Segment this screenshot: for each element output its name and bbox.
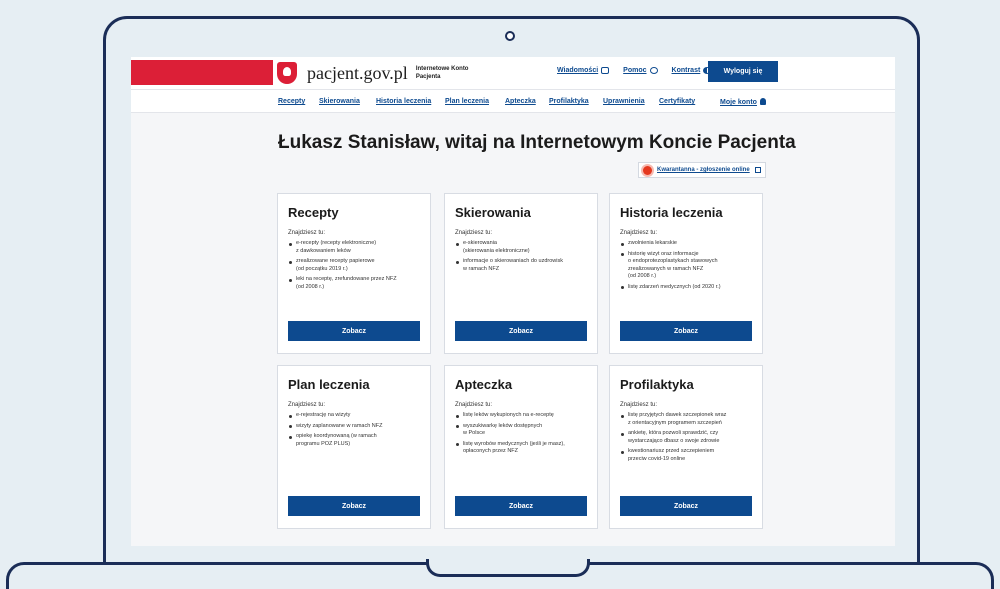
messages-link[interactable]: Wiadomości — [557, 67, 610, 74]
card-plan-leczenia: Plan leczenia Znajdziesz tu: e-rejestrac… — [277, 365, 431, 529]
list-item: e-recepty (recepty elektroniczne) z dawk… — [288, 240, 420, 255]
browser-screen: pacjent.gov.pl Internetowe Konto Pacjent… — [131, 57, 895, 546]
menu-item-recepty[interactable]: Recepty — [278, 98, 305, 105]
site-subtitle: Internetowe Konto Pacjenta — [415, 66, 469, 80]
card-title: Apteczka — [455, 377, 513, 392]
card-recepty: Recepty Znajdziesz tu: e-recepty (recept… — [277, 193, 431, 354]
card-intro: Znajdziesz tu: — [620, 230, 658, 236]
help-icon — [649, 67, 658, 74]
card-intro: Znajdziesz tu: — [455, 230, 493, 236]
flag-strip — [131, 60, 273, 85]
contrast-label: Kontrast — [671, 67, 701, 74]
card-title: Historia leczenia — [620, 205, 723, 220]
list-item: e-skierowania (skierowania elektroniczne… — [455, 240, 587, 255]
card-apteczka: Apteczka Znajdziesz tu: listę leków wyku… — [444, 365, 598, 529]
menu-item-skierowania[interactable]: Skierowania — [319, 98, 360, 105]
person-icon — [759, 98, 766, 105]
list-item: wyszukiwarkę leków dostępnych w Polsce — [455, 423, 587, 438]
see-recepty-button[interactable]: Zobacz — [288, 321, 420, 341]
envelope-icon — [601, 67, 610, 74]
page-title: Łukasz Stanisław, witaj na Internetowym … — [278, 132, 796, 153]
my-account-link[interactable]: Moje konto — [720, 98, 766, 106]
contrast-toggle[interactable]: Kontrast — [672, 67, 712, 74]
card-intro: Znajdziesz tu: — [620, 402, 658, 408]
site-logo[interactable]: pacjent.gov.pl Internetowe Konto Pacjent… — [277, 62, 476, 84]
list-item: listę przyjętych dawek szczepionek wraz … — [620, 412, 752, 427]
menu-item-profilaktyka[interactable]: Profilaktyka — [549, 98, 589, 105]
menu-item-certyfikaty[interactable]: Certyfikaty — [659, 98, 695, 105]
menu-item-historia-leczenia[interactable]: Historia leczenia — [376, 98, 431, 105]
card-skierowania: Skierowania Znajdziesz tu: e-skierowania… — [444, 193, 598, 354]
list-item: kwestionariusz przed szczepieniem przeci… — [620, 448, 752, 463]
list-item: zwolnienia lekarskie — [620, 240, 752, 248]
help-link[interactable]: Pomoc — [623, 67, 658, 74]
laptop-notch — [426, 559, 590, 577]
menu-item-uprawnienia[interactable]: Uprawnienia — [603, 98, 645, 105]
list-item: historię wizyt oraz informacje o endopro… — [620, 251, 752, 281]
list-item: wizyty zaplanowane w ramach NFZ — [288, 423, 420, 431]
see-historia-button[interactable]: Zobacz — [620, 321, 752, 341]
card-historia-leczenia: Historia leczenia Znajdziesz tu: zwolnie… — [609, 193, 763, 354]
see-profilaktyka-button[interactable]: Zobacz — [620, 496, 752, 516]
my-account-label: Moje konto — [720, 99, 757, 106]
card-title: Skierowania — [455, 205, 531, 220]
see-apteczka-button[interactable]: Zobacz — [455, 496, 587, 516]
list-item: opiekę koordynowaną (w ramach programu P… — [288, 433, 420, 448]
quarantine-link[interactable]: Kwarantanna - zgłoszenie online — [638, 162, 766, 178]
list-item: ankietę, która pozwoli sprawdzić, czy wy… — [620, 430, 752, 445]
messages-label: Wiadomości — [557, 67, 599, 74]
see-plan-button[interactable]: Zobacz — [288, 496, 420, 516]
eagle-emblem-icon — [277, 62, 297, 84]
list-item: informacje o skierowaniach do uzdrowisk … — [455, 258, 587, 273]
list-item: e-rejestrację na wizyty — [288, 412, 420, 420]
external-link-icon — [754, 167, 761, 173]
list-item: listę leków wykupionych na e-receptę — [455, 412, 587, 420]
virus-icon — [643, 165, 652, 175]
list-item: listę zdarzeń medycznych (od 2020 r.) — [620, 284, 752, 292]
card-title: Profilaktyka — [620, 377, 694, 392]
card-intro: Znajdziesz tu: — [288, 230, 326, 236]
card-intro: Znajdziesz tu: — [455, 402, 493, 408]
list-item: leki na receptę, zrefundowane przez NFZ … — [288, 276, 420, 291]
list-item: zrealizowane recepty papierowe (od począ… — [288, 258, 420, 273]
card-profilaktyka: Profilaktyka Znajdziesz tu: listę przyję… — [609, 365, 763, 529]
see-skierowania-button[interactable]: Zobacz — [455, 321, 587, 341]
card-title: Plan leczenia — [288, 377, 370, 392]
help-label: Pomoc — [623, 67, 647, 74]
laptop-camera — [505, 31, 515, 41]
logout-button[interactable]: Wyloguj się — [708, 61, 778, 82]
card-title: Recepty — [288, 205, 339, 220]
site-name: pacjent.gov.pl — [307, 62, 408, 83]
site-header: pacjent.gov.pl Internetowe Konto Pacjent… — [131, 57, 895, 89]
header-links: Wiadomości Pomoc Kontrast — [557, 67, 712, 74]
quarantine-label: Kwarantanna - zgłoszenie online — [657, 167, 750, 173]
main-menu: Recepty Skierowania Historia leczenia Pl… — [131, 89, 895, 113]
menu-item-plan-leczenia[interactable]: Plan leczenia — [445, 98, 489, 105]
menu-item-apteczka[interactable]: Apteczka — [505, 98, 536, 105]
card-intro: Znajdziesz tu: — [288, 402, 326, 408]
list-item: listę wyrobów medycznych (jeśli je masz)… — [455, 441, 587, 456]
